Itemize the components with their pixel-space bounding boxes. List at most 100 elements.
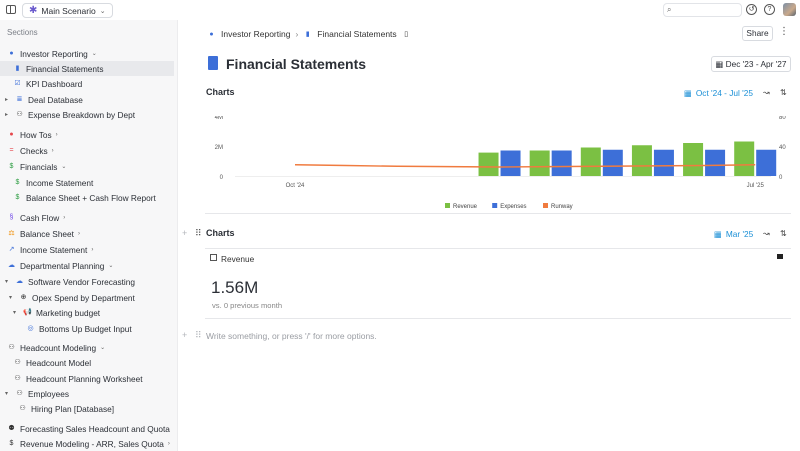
- expand-down-icon[interactable]: ▾: [5, 278, 11, 285]
- people-icon: ⚇: [19, 405, 26, 412]
- sidebar-item[interactable]: ● Investor Reporting ⌄: [7, 46, 97, 61]
- sidebar-item[interactable]: = Checks ›: [7, 143, 54, 158]
- sidebar-item[interactable]: ⚉ Forecasting Sales Headcount and Quota: [7, 421, 170, 436]
- date-range-button[interactable]: ▦ Dec '23 - Apr '27: [711, 56, 791, 72]
- bar-expenses: [500, 150, 521, 176]
- bar-revenue: [631, 145, 652, 176]
- sidebar-item[interactable]: ⚇ Headcount Modeling ⌄: [7, 340, 105, 355]
- scenario-selector[interactable]: ✱ Main Scenario ⌄: [22, 3, 113, 18]
- sidebar-item[interactable]: ⚇ Headcount Planning Worksheet: [13, 371, 142, 386]
- sidebar-item[interactable]: $ Revenue Modeling - ARR, Sales Quota ›: [7, 436, 170, 451]
- help-icon[interactable]: ?: [764, 4, 775, 15]
- sidebar-item-label: Employees: [28, 388, 70, 399]
- expand-right-icon[interactable]: ▸: [5, 111, 11, 118]
- dollar-icon: $: [15, 179, 20, 186]
- history-icon[interactable]: ↺: [746, 4, 757, 15]
- chart-type-icon[interactable]: ↝: [763, 88, 770, 97]
- sidebar-item[interactable]: ☁ Departmental Planning ⌄: [7, 258, 113, 273]
- sidebar-item-label: Financials: [20, 161, 58, 172]
- sidebar-item[interactable]: ↗ Income Statement ›: [7, 242, 94, 257]
- bar-expenses: [653, 149, 674, 176]
- sidebar-item[interactable]: ☑ KPI Dashboard: [13, 76, 82, 91]
- sections-label: Sections: [7, 28, 38, 37]
- sidebar-item[interactable]: ▾ ☁ Software Vendor Forecasting: [5, 274, 135, 289]
- add-block-icon[interactable]: +: [182, 330, 187, 340]
- search-icon: ⌕: [667, 5, 672, 14]
- sidebar-item[interactable]: $ Balance Sheet + Cash Flow Report: [13, 190, 156, 205]
- sidebar-item-label: Departmental Planning: [20, 260, 105, 271]
- chevron-down-icon[interactable]: ⌄: [61, 163, 66, 170]
- sidebar-toggle-icon[interactable]: [6, 5, 16, 14]
- top-bar: ✱ Main Scenario ⌄ ⌕ ↺ ?: [0, 0, 800, 20]
- chart-type-icon[interactable]: ↝: [763, 229, 770, 238]
- sidebar-item[interactable]: $ Financials ⌄: [7, 159, 67, 174]
- chevron-down-icon[interactable]: ⌄: [92, 50, 97, 57]
- chevron-right-icon[interactable]: ›: [78, 231, 80, 237]
- share-button[interactable]: Share: [742, 26, 773, 41]
- chevron-down-icon[interactable]: ⌄: [100, 344, 105, 351]
- checkbox-icon: ☑: [14, 80, 21, 87]
- main-content: ● Investor Reporting › ▮ Financial State…: [179, 20, 800, 451]
- drag-handle-icon[interactable]: ⠿: [195, 330, 202, 341]
- chart-range-button[interactable]: ▦ Oct '24 - Jul '25: [684, 88, 753, 98]
- drag-handle-icon[interactable]: ⠿: [195, 228, 202, 239]
- breadcrumb-item[interactable]: Investor Reporting: [221, 29, 290, 39]
- scenario-label: Main Scenario: [41, 5, 96, 16]
- document-icon: ▮: [15, 65, 20, 72]
- avatar[interactable]: [783, 3, 796, 16]
- flag-icon[interactable]: [777, 254, 783, 259]
- breadcrumb-item[interactable]: Financial Statements: [317, 29, 396, 39]
- chevron-right-icon[interactable]: ›: [63, 215, 65, 221]
- sort-icon[interactable]: ⇅: [780, 88, 787, 97]
- chevron-right-icon[interactable]: ›: [56, 132, 58, 138]
- sidebar-item-label: Revenue Modeling - ARR, Sales Quota: [20, 438, 164, 449]
- more-options-icon[interactable]: ⋮: [779, 26, 789, 37]
- sidebar-item[interactable]: ⚇ Headcount Model: [13, 355, 91, 370]
- sidebar-item[interactable]: ◎ Bottoms Up Budget Input: [26, 321, 131, 336]
- chevron-right-icon[interactable]: ›: [168, 441, 170, 447]
- sidebar-item[interactable]: ⚇ Hiring Plan [Database]: [18, 401, 114, 416]
- sidebar-item[interactable]: ▸ ≣ Deal Database: [5, 92, 83, 107]
- legend-label: Revenue: [453, 204, 478, 210]
- expand-down-icon[interactable]: ▾: [13, 309, 19, 316]
- sidebar-item-label: Financial Statements: [26, 63, 104, 74]
- chevron-right-icon[interactable]: ›: [52, 148, 54, 154]
- calendar-icon: ▦: [684, 88, 692, 98]
- sidebar-item[interactable]: ▾ ⚇ Employees: [5, 386, 69, 401]
- cloud-icon: ☁: [8, 262, 15, 269]
- sidebar-item-label: KPI Dashboard: [26, 78, 83, 89]
- chevron-right-icon[interactable]: ›: [91, 247, 93, 253]
- y-tick-label: 2M: [215, 145, 223, 151]
- expand-right-icon[interactable]: ▸: [5, 96, 11, 103]
- search-input[interactable]: ⌕: [663, 3, 742, 17]
- sidebar-item[interactable]: ⚖ Balance Sheet ›: [7, 226, 80, 241]
- expand-down-icon[interactable]: ▾: [9, 294, 15, 301]
- chevron-down-icon[interactable]: ⌄: [108, 262, 113, 269]
- people-icon: ⚇: [14, 359, 21, 366]
- kpi-value: 1.56M: [211, 278, 259, 297]
- chevron-down-icon: ⌄: [99, 7, 106, 15]
- sidebar-item[interactable]: ● How Tos ›: [7, 127, 58, 142]
- sidebar-item-label: Headcount Modeling: [20, 342, 97, 353]
- page-icon: ▯: [404, 30, 409, 38]
- add-block-icon[interactable]: +: [182, 228, 187, 238]
- sidebar-item[interactable]: ▮ Financial Statements: [0, 61, 174, 76]
- megaphone-icon: 📢: [23, 309, 32, 316]
- cloud-icon: ☁: [16, 278, 23, 285]
- chart-range-button[interactable]: ▦ Mar '25: [714, 229, 753, 239]
- cashflow-icon: §: [9, 214, 14, 221]
- legend-swatch: [492, 203, 498, 208]
- sidebar-item[interactable]: ▸ ⚇ Expense Breakdown by Dept: [5, 107, 135, 122]
- sort-icon[interactable]: ⇅: [780, 229, 787, 238]
- divider: [205, 318, 791, 319]
- sidebar-item[interactable]: ▾ ⊕ Opex Spend by Department: [9, 290, 135, 305]
- sidebar-item[interactable]: $ Income Statement: [13, 175, 94, 190]
- sidebar-item-label: Balance Sheet + Cash Flow Report: [26, 192, 156, 203]
- sidebar-item[interactable]: § Cash Flow ›: [7, 210, 66, 225]
- editor-placeholder[interactable]: Write something, or press '/' for more o…: [206, 331, 377, 341]
- legend-swatch: [543, 203, 548, 208]
- sidebar-item-label: How Tos: [20, 129, 52, 140]
- y2-tick-label: 0: [779, 175, 783, 181]
- sidebar-item[interactable]: ▾ 📢 Marketing budget: [13, 305, 100, 320]
- expand-down-icon[interactable]: ▾: [5, 390, 11, 397]
